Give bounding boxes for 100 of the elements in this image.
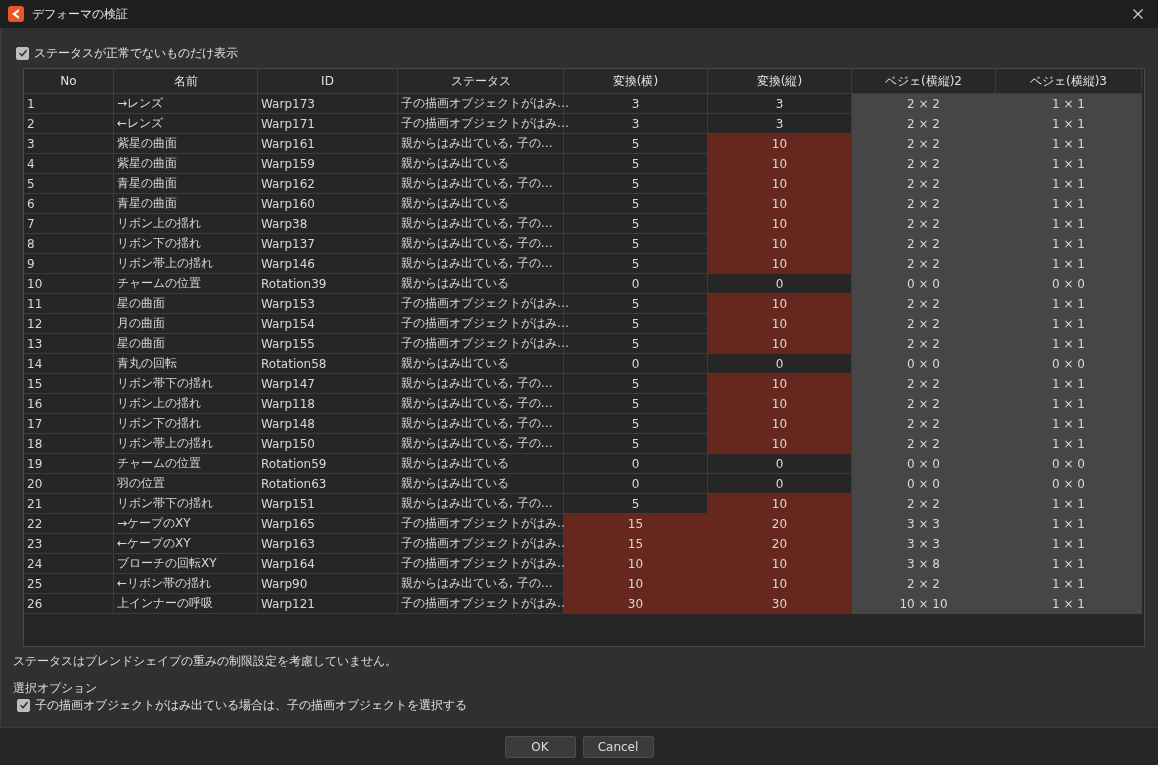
table-cell: 18 [24,434,114,454]
checkmark-icon [18,700,29,710]
cancel-button[interactable]: Cancel [582,735,654,758]
table-cell: 3 × 8 [852,554,996,574]
column-header[interactable]: No [24,69,114,94]
table-cell: 星の曲面 [114,334,258,354]
table-cell: 1 × 1 [996,554,1142,574]
table-cell: 15 [564,514,708,534]
table-cell: 1 × 1 [996,334,1142,354]
table-cell: 2 × 2 [852,494,996,514]
column-header[interactable]: 名前 [114,69,258,94]
table-cell: 20 [708,534,852,554]
checkbox-label[interactable]: ステータスが正常でないものだけ表示 [34,44,238,62]
table-cell: 10 [708,314,852,334]
table-cell: 10 [564,574,708,594]
table-cell: リボン下の揺れ [114,414,258,434]
table-cell: 21 [24,494,114,514]
table-cell: 2 × 2 [852,254,996,274]
table-cell: 親からはみ出ている [398,274,564,294]
table-cell: 親からはみ出ている, 子の… [398,414,564,434]
table-cell: 10 [708,254,852,274]
table-cell: チャームの位置 [114,274,258,294]
table-cell: Warp165 [258,514,398,534]
column-header[interactable]: 変換(横) [564,69,708,94]
table-cell: 親からはみ出ている, 子の… [398,494,564,514]
table-cell: Warp173 [258,94,398,114]
column-header[interactable]: ベジェ(横縦)3 [996,69,1142,94]
table-cell: 2 × 2 [852,214,996,234]
table-cell: リボン上の揺れ [114,214,258,234]
table-cell: 10 [24,274,114,294]
table-cell: Rotation63 [258,474,398,494]
table-cell: 10 [708,234,852,254]
table-cell: 1 × 1 [996,154,1142,174]
table-cell: ←ケープのXY [114,534,258,554]
column-header[interactable]: ID [258,69,398,94]
table-cell: 25 [24,574,114,594]
table-cell: 0 [564,274,708,294]
checkmark-icon [17,48,28,58]
table-cell: 11 [24,294,114,314]
table-cell: 紫星の曲面 [114,134,258,154]
table-cell: 2 × 2 [852,574,996,594]
table-cell: Rotation58 [258,354,398,374]
table-cell: 2 × 2 [852,194,996,214]
table-cell: Warp137 [258,234,398,254]
table-cell: 10 [708,574,852,594]
table-cell: チャームの位置 [114,454,258,474]
table-cell: 青星の曲面 [114,174,258,194]
table-cell: 30 [564,594,708,614]
column-header[interactable]: ステータス [398,69,564,94]
table-cell: 2 × 2 [852,114,996,134]
table-cell: Warp150 [258,434,398,454]
table-cell: 8 [24,234,114,254]
table-cell: 0 [564,474,708,494]
column-header[interactable]: 変換(縦) [708,69,852,94]
table-cell: 23 [24,534,114,554]
table-cell: 19 [24,454,114,474]
table-cell: リボン帯下の揺れ [114,374,258,394]
table-cell: Warp147 [258,374,398,394]
table-cell: 10 [708,394,852,414]
table-cell: 親からはみ出ている, 子の… [398,134,564,154]
table-cell: 0 × 0 [852,274,996,294]
checkbox-label[interactable]: 子の描画オブジェクトがはみ出ている場合は、子の描画オブジェクトを選択する [35,696,467,714]
table-cell: 親からはみ出ている, 子の… [398,254,564,274]
table-cell: 親からはみ出ている, 子の… [398,394,564,414]
table-cell: 2 × 2 [852,314,996,334]
table-cell: 10 [708,334,852,354]
table-cell: 1 × 1 [996,314,1142,334]
table-cell: 20 [708,514,852,534]
table-cell: 2 × 2 [852,294,996,314]
table-cell: 上インナーの呼吸 [114,594,258,614]
table-cell: Warp153 [258,294,398,314]
table-cell: 親からはみ出ている [398,154,564,174]
table-cell: 1 × 1 [996,514,1142,534]
table-cell: 2 × 2 [852,94,996,114]
table-cell: 1 × 1 [996,494,1142,514]
table-cell: 青星の曲面 [114,194,258,214]
ok-button[interactable]: OK [504,735,576,758]
table-cell: Warp155 [258,334,398,354]
table-cell: Warp154 [258,314,398,334]
table-cell: 10 [708,374,852,394]
table-cell: 10 [708,434,852,454]
table-cell: 5 [24,174,114,194]
table-cell: 22 [24,514,114,534]
table-cell: 2 × 2 [852,154,996,174]
table-cell: 2 × 2 [852,374,996,394]
table-cell: 1 × 1 [996,374,1142,394]
table-cell: →レンズ [114,94,258,114]
table-cell: 0 [564,454,708,474]
checkbox[interactable] [17,698,30,712]
table-cell: 1 × 1 [996,594,1142,614]
table-cell: Warp171 [258,114,398,134]
table-cell: 10 [708,134,852,154]
table-cell: 0 × 0 [852,474,996,494]
checkbox[interactable] [16,46,29,60]
column-header[interactable]: ベジェ(横縦)2 [852,69,996,94]
table-cell: 青丸の回転 [114,354,258,374]
table-cell: Warp159 [258,154,398,174]
table-cell: 1 × 1 [996,574,1142,594]
table-cell: 10 [708,194,852,214]
table-cell: 12 [24,314,114,334]
